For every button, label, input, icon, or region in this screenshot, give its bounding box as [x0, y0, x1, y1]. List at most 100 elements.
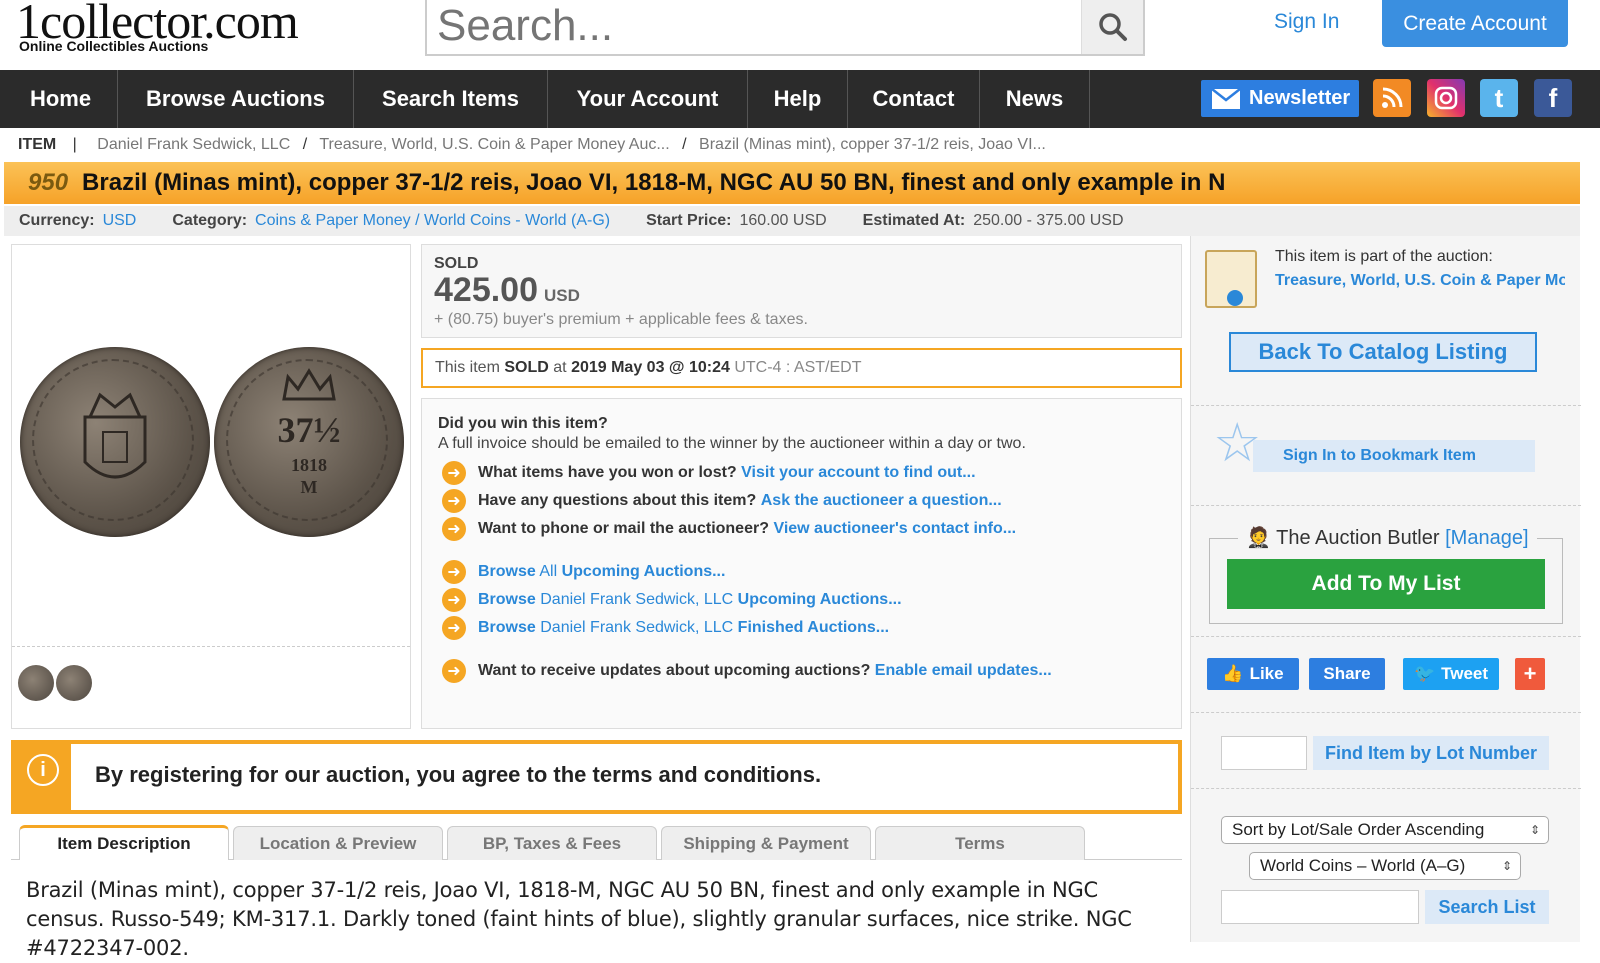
twitter-icon[interactable]: t	[1480, 79, 1518, 117]
mail-icon	[1211, 87, 1241, 109]
tweet-label: Tweet	[1441, 664, 1489, 683]
like-label: Like	[1249, 664, 1284, 683]
search-input[interactable]	[437, 0, 1057, 52]
nav-help[interactable]: Help	[748, 70, 848, 128]
sidebar-divider	[1191, 788, 1581, 789]
lot-number-input[interactable]	[1221, 736, 1307, 770]
create-account-button[interactable]: Create Account	[1382, 0, 1568, 47]
twitter-bird-icon: 🐦	[1413, 664, 1436, 683]
coin-obverse-image[interactable]	[20, 347, 210, 537]
thumbnail-reverse[interactable]	[56, 665, 92, 701]
seller-name: Daniel Frank Sedwick, LLC	[540, 619, 734, 636]
sold-at-word: at	[553, 359, 567, 376]
coin-reverse-image[interactable]: 37½ 1818 M	[214, 347, 404, 537]
breadcrumb: ITEM | Daniel Frank Sedwick, LLC / Treas…	[18, 136, 1046, 154]
main-nav: Home Browse Auctions Search Items Your A…	[0, 70, 1600, 128]
nav-home[interactable]: Home	[4, 70, 118, 128]
tweet-button[interactable]: 🐦 Tweet	[1403, 658, 1499, 690]
nav-contact[interactable]: Contact	[848, 70, 980, 128]
sold-date: 2019 May 03 @ 10:24	[571, 359, 730, 376]
instagram-icon[interactable]	[1427, 79, 1465, 117]
arrow-right-icon: ➜	[442, 659, 466, 683]
nav-your-account[interactable]: Your Account	[548, 70, 748, 128]
tab-terms[interactable]: Terms	[875, 826, 1085, 860]
search-list-input[interactable]	[1221, 890, 1419, 924]
price-panel: SOLD 425.00 USD + (80.75) buyer's premium…	[421, 244, 1182, 338]
arrow-right-icon: ➜	[442, 616, 466, 640]
tab-bp-taxes-fees[interactable]: BP, Taxes & Fees	[447, 826, 657, 860]
sidebar-divider	[1191, 712, 1581, 713]
category-select[interactable]: World Coins – World (A–G)	[1249, 852, 1521, 880]
sold-timestamp-box: This item SOLD at 2019 May 03 @ 10:24 UT…	[421, 348, 1182, 388]
search-icon	[1098, 13, 1127, 41]
item-title-bar: 950 Brazil (Minas mint), copper 37-1/2 r…	[4, 162, 1580, 204]
auction-link[interactable]: Treasure, World, U.S. Coin & Paper Money…	[1275, 272, 1565, 290]
sidebar-auction-section: This item is part of the auction: Treasu…	[1191, 236, 1581, 406]
terms-icon-box: i	[15, 744, 71, 810]
search-button[interactable]	[1081, 0, 1143, 54]
nav-browse-auctions[interactable]: Browse Auctions	[118, 70, 354, 128]
upcoming-auctions-word: Upcoming Auctions...	[561, 563, 726, 580]
ask-auctioneer-link[interactable]: Ask the auctioneer a question...	[761, 492, 1002, 509]
terms-text: By registering for our auction, you agre…	[95, 762, 822, 787]
search-list-button[interactable]: Search List	[1425, 890, 1549, 924]
browse-all-upcoming-link[interactable]: Browse All Upcoming Auctions...	[478, 563, 725, 581]
enable-email-updates-link[interactable]: Enable email updates...	[875, 662, 1052, 679]
item-meta-row: Currency: USD Category: Coins & Paper Mo…	[4, 206, 1580, 236]
breadcrumb-auctioneer[interactable]: Daniel Frank Sedwick, LLC	[97, 136, 290, 153]
arrow-right-icon: ➜	[442, 517, 466, 541]
breadcrumb-separator: /	[302, 136, 308, 153]
browse-seller-upcoming-link[interactable]: Browse Daniel Frank Sedwick, LLC Upcomin…	[478, 591, 902, 609]
info-row-contact: ➜ Want to phone or mail the auctioneer? …	[442, 517, 1016, 541]
contact-info-link[interactable]: View auctioneer's contact info...	[773, 520, 1016, 537]
nav-search-items[interactable]: Search Items	[354, 70, 548, 128]
info-panel: Did you win this item? A full invoice sh…	[421, 398, 1182, 729]
sort-order-select[interactable]: Sort by Lot/Sale Order Ascending	[1221, 816, 1549, 844]
visit-account-link[interactable]: Visit your account to find out...	[741, 464, 975, 481]
thumbnail-obverse[interactable]	[18, 665, 54, 701]
sign-in-link[interactable]: Sign In	[1274, 10, 1339, 34]
newsletter-button[interactable]: Newsletter	[1201, 80, 1359, 117]
info-row-browse-seller-finished: ➜ Browse Daniel Frank Sedwick, LLC Finis…	[442, 616, 889, 640]
coin-mint-text: M	[300, 477, 318, 497]
browse-word: Browse	[478, 619, 536, 636]
site-header: 1collector.com Online Collectibles Aucti…	[0, 0, 1600, 70]
back-to-catalog-button[interactable]: Back To Catalog Listing	[1229, 332, 1537, 372]
item-description-text: Brazil (Minas mint), copper 37-1/2 reis,…	[26, 878, 1132, 960]
currency-link[interactable]: USD	[103, 212, 137, 230]
win-question: Did you win this item?	[438, 415, 608, 432]
add-to-my-list-button[interactable]: Add To My List	[1227, 559, 1545, 609]
info-row-browse-all: ➜ Browse All Upcoming Auctions...	[442, 560, 725, 584]
catalog-icon	[1205, 250, 1257, 308]
category-link[interactable]: Coins & Paper Money / World Coins - Worl…	[255, 212, 610, 230]
start-price-label: Start Price:	[646, 212, 732, 229]
item-tabs: Item Description Location & Preview BP, …	[11, 822, 1182, 860]
butler-label: The Auction Butler	[1276, 527, 1440, 549]
facebook-like-button[interactable]: 👍 Like	[1207, 658, 1299, 690]
crown-icon	[282, 368, 336, 401]
bookmark-button[interactable]: Sign In to Bookmark Item	[1253, 440, 1535, 472]
tab-shipping-payment[interactable]: Shipping & Payment	[661, 826, 871, 860]
questions-question: Have any questions about this item?	[478, 492, 757, 509]
estimated-value: 250.00 - 375.00 USD	[973, 212, 1124, 229]
facebook-share-button[interactable]: Share	[1309, 658, 1385, 690]
browse-seller-finished-link[interactable]: Browse Daniel Frank Sedwick, LLC Finishe…	[478, 619, 889, 637]
breadcrumb-auction[interactable]: Treasure, World, U.S. Coin & Paper Money…	[319, 136, 669, 153]
share-more-button[interactable]: +	[1515, 658, 1545, 690]
find-by-lot-button[interactable]: Find Item by Lot Number	[1313, 736, 1549, 770]
manage-link[interactable]: [Manage]	[1445, 527, 1528, 549]
newsletter-label: Newsletter	[1249, 87, 1351, 109]
tab-item-description[interactable]: Item Description	[19, 825, 229, 860]
breadcrumb-separator: /	[682, 136, 687, 153]
thumbs-up-icon: 👍	[1222, 664, 1244, 683]
sidebar: This item is part of the auction: Treasu…	[1190, 236, 1581, 942]
upcoming-auctions-word: Upcoming Auctions...	[737, 591, 902, 608]
facebook-icon[interactable]: f	[1534, 79, 1572, 117]
part-of-auction-label: This item is part of the auction:	[1275, 248, 1493, 265]
tab-location-preview[interactable]: Location & Preview	[233, 826, 443, 860]
info-row-email-updates: ➜ Want to receive updates about upcoming…	[442, 659, 1052, 683]
nav-news[interactable]: News	[980, 70, 1090, 128]
rss-icon[interactable]	[1373, 79, 1411, 117]
coin-year-text: 1818	[291, 455, 327, 475]
info-row-browse-seller-upcoming: ➜ Browse Daniel Frank Sedwick, LLC Upcom…	[442, 588, 902, 612]
